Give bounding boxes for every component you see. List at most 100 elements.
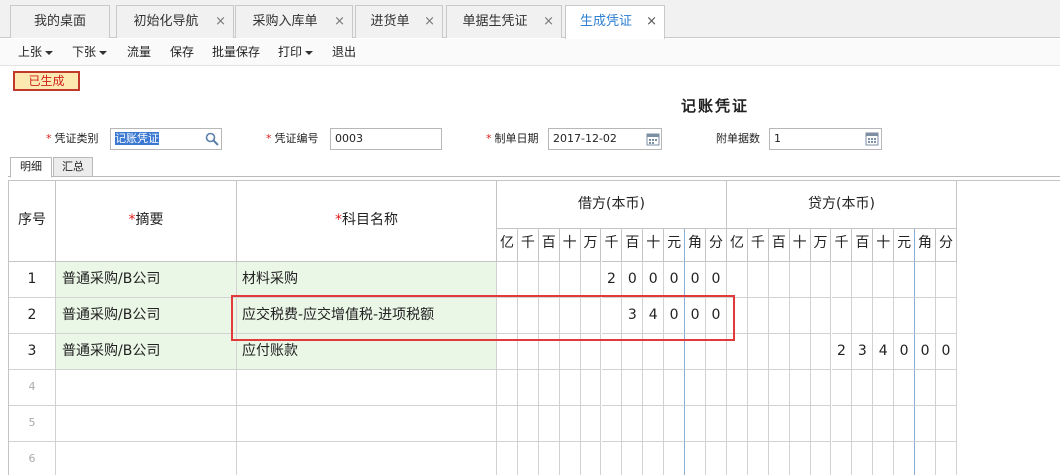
debit-amount-digit[interactable] [538, 262, 560, 298]
debit-amount-digit[interactable] [643, 334, 665, 370]
debit-amount-digit[interactable] [601, 406, 623, 442]
credit-amount-digit[interactable] [768, 334, 790, 370]
debit-amount-digit[interactable]: 0 [706, 262, 727, 298]
debit-amount-digit[interactable] [664, 442, 686, 475]
credit-amount-digit[interactable] [873, 262, 895, 298]
debit-amount-digit[interactable] [580, 298, 602, 334]
debit-amount-digit[interactable] [580, 406, 602, 442]
credit-amount-digit[interactable] [769, 442, 790, 475]
debit-amount-digit[interactable] [643, 442, 665, 475]
tab-init-guide[interactable]: 初始化导航 × [116, 5, 234, 38]
debit-amount-digit[interactable] [517, 298, 539, 334]
credit-amount-digit[interactable] [790, 442, 811, 475]
debit-amount-digit[interactable]: 0 [664, 262, 686, 298]
credit-amount-digit[interactable] [789, 262, 811, 298]
credit-amount-digit[interactable]: 0 [936, 334, 957, 370]
credit-amount-digit[interactable]: 0 [915, 334, 936, 370]
account-cell[interactable] [237, 370, 497, 406]
credit-amount-digit[interactable] [831, 298, 853, 334]
credit-amount-digit[interactable] [915, 262, 936, 298]
debit-amount-digit[interactable] [622, 406, 644, 442]
debit-amount-digit[interactable] [517, 334, 539, 370]
summary-cell[interactable] [56, 370, 237, 406]
credit-amount-digit[interactable] [894, 406, 916, 442]
summary-cell[interactable]: 普通采购/B公司 [56, 334, 237, 370]
debit-amount-digit[interactable] [497, 262, 518, 298]
credit-amount-digit[interactable] [789, 370, 811, 406]
credit-amount-digit[interactable] [727, 298, 748, 334]
credit-amount-digit[interactable] [727, 262, 748, 298]
credit-amount-digit[interactable] [873, 442, 895, 475]
search-icon[interactable] [204, 131, 220, 147]
debit-amount-digit[interactable] [538, 298, 560, 334]
debit-amount-digit[interactable] [559, 298, 581, 334]
debit-amount-digit[interactable] [497, 298, 518, 334]
credit-amount-digit[interactable] [936, 406, 957, 442]
credit-amount-digit[interactable] [768, 298, 790, 334]
debit-amount-digit[interactable] [622, 334, 644, 370]
debit-amount-digit[interactable] [601, 370, 623, 406]
credit-amount-digit[interactable] [789, 334, 811, 370]
debit-amount-digit[interactable]: 0 [685, 262, 706, 298]
debit-amount-digit[interactable]: 0 [643, 262, 665, 298]
debit-amount-digit[interactable] [559, 406, 581, 442]
credit-amount-digit[interactable] [873, 370, 895, 406]
debit-amount-digit[interactable] [580, 262, 602, 298]
exit-button[interactable]: 退出 [332, 44, 356, 60]
debit-amount-digit[interactable] [601, 334, 623, 370]
close-icon[interactable]: × [646, 6, 657, 37]
batch-save-button[interactable]: 批量保存 [212, 44, 260, 60]
debit-amount-digit[interactable] [497, 442, 518, 475]
credit-amount-digit[interactable] [747, 406, 769, 442]
summary-cell[interactable]: 普通采购/B公司 [56, 298, 237, 334]
credit-amount-digit[interactable] [936, 298, 957, 334]
credit-amount-digit[interactable] [789, 298, 811, 334]
credit-amount-digit[interactable]: 3 [852, 334, 874, 370]
credit-amount-digit[interactable] [894, 370, 916, 406]
debit-amount-digit[interactable] [622, 370, 644, 406]
debit-amount-digit[interactable] [538, 406, 560, 442]
debit-amount-digit[interactable]: 4 [643, 298, 665, 334]
debit-amount-digit[interactable] [706, 334, 727, 370]
credit-amount-digit[interactable] [727, 370, 748, 406]
credit-amount-digit[interactable] [873, 298, 895, 334]
debit-amount-digit[interactable] [706, 370, 727, 406]
calculator-icon[interactable] [864, 131, 880, 147]
debit-amount-digit[interactable] [518, 442, 539, 475]
account-cell[interactable] [237, 406, 497, 442]
credit-amount-digit[interactable] [852, 298, 874, 334]
credit-amount-digit[interactable] [748, 442, 769, 475]
debit-amount-digit[interactable] [497, 334, 518, 370]
credit-amount-digit[interactable] [768, 262, 790, 298]
debit-amount-digit[interactable]: 0 [664, 298, 686, 334]
credit-amount-digit[interactable] [831, 406, 853, 442]
debit-amount-digit[interactable] [664, 370, 686, 406]
debit-amount-digit[interactable] [538, 334, 560, 370]
tab-summary[interactable]: 汇总 [53, 157, 93, 177]
debit-amount-digit[interactable] [664, 406, 686, 442]
credit-amount-digit[interactable] [831, 370, 853, 406]
tab-detail[interactable]: 明细 [10, 157, 52, 178]
credit-amount-digit[interactable] [873, 406, 895, 442]
debit-amount-digit[interactable] [517, 262, 539, 298]
summary-cell[interactable] [56, 406, 237, 442]
debit-amount-digit[interactable] [538, 370, 560, 406]
debit-amount-digit[interactable]: 0 [622, 262, 644, 298]
debit-amount-digit[interactable] [517, 406, 539, 442]
debit-amount-digit[interactable] [497, 370, 518, 406]
credit-amount-digit[interactable] [811, 442, 832, 475]
debit-amount-digit[interactable]: 3 [622, 298, 644, 334]
credit-amount-digit[interactable] [727, 442, 748, 475]
debit-amount-digit[interactable] [643, 370, 665, 406]
tab-generate-voucher[interactable]: 生成凭证 × [565, 5, 665, 39]
debit-amount-digit[interactable] [622, 442, 644, 475]
summary-cell[interactable]: 普通采购/B公司 [56, 262, 237, 298]
account-cell[interactable]: 材料采购 [237, 262, 497, 298]
next-button[interactable]: 下张 [72, 44, 108, 60]
debit-amount-digit[interactable]: 0 [706, 298, 727, 334]
credit-amount-digit[interactable] [852, 262, 874, 298]
credit-amount-digit[interactable] [831, 262, 853, 298]
credit-amount-digit[interactable] [915, 406, 936, 442]
credit-amount-digit[interactable] [747, 262, 769, 298]
debit-amount-digit[interactable] [580, 334, 602, 370]
